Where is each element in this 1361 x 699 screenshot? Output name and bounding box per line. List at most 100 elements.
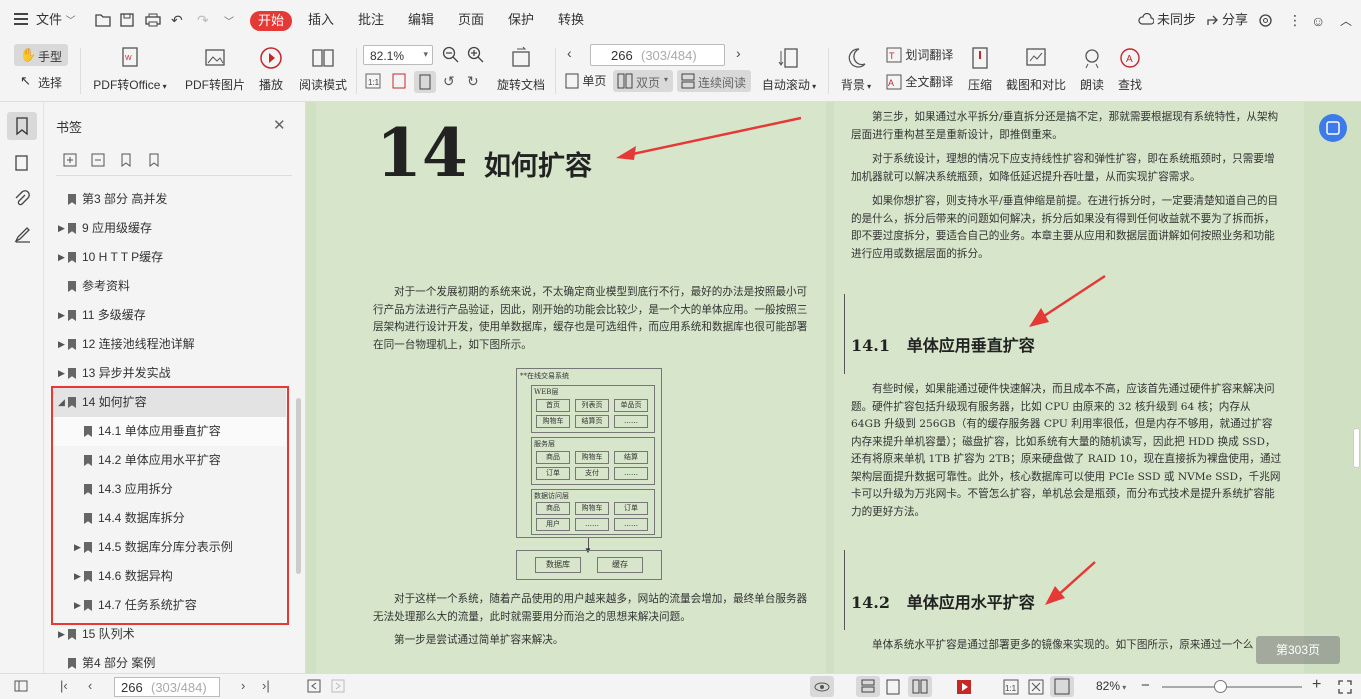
- zoom-slider-track[interactable]: [1162, 686, 1302, 688]
- screenshot-compare-button[interactable]: 截图和对比: [1003, 46, 1069, 93]
- user-center-icon[interactable]: ☺: [1311, 13, 1325, 29]
- more-chevron-icon[interactable]: ﹀: [224, 13, 234, 28]
- document-scrollbar[interactable]: [1353, 428, 1360, 468]
- tab-page[interactable]: 页面: [458, 11, 484, 29]
- zoom-out-status-icon[interactable]: −: [1141, 677, 1150, 694]
- expand-arrow-icon[interactable]: ▶: [58, 214, 68, 243]
- eye-protect-icon[interactable]: [810, 676, 834, 697]
- zoom-in-status-icon[interactable]: +: [1312, 676, 1321, 694]
- play-button[interactable]: 播放: [254, 46, 288, 93]
- add-bookmark-icon[interactable]: [119, 153, 133, 167]
- double-page-button[interactable]: 双页 ▾: [613, 70, 673, 92]
- tab-start[interactable]: 开始: [250, 11, 293, 31]
- zoom-select[interactable]: 82.1% ▾: [363, 45, 433, 65]
- actual-size-status-icon[interactable]: 1:1: [1003, 679, 1019, 695]
- tab-protect[interactable]: 保护: [508, 11, 534, 29]
- fullscreen-icon[interactable]: [1338, 680, 1352, 694]
- fit-page-icon[interactable]: [391, 73, 407, 89]
- expand-arrow-icon[interactable]: ▶: [58, 243, 68, 272]
- sidebar-toggle-icon[interactable]: [14, 680, 28, 692]
- rotate-right-icon[interactable]: ↻: [467, 73, 479, 90]
- hamburger-icon[interactable]: [14, 13, 28, 25]
- collapse-ribbon-icon[interactable]: ︿: [1340, 12, 1352, 29]
- cloud-sync-icon[interactable]: [1138, 13, 1154, 25]
- tab-insert[interactable]: 插入: [308, 11, 334, 29]
- fit-window-icon[interactable]: [1028, 679, 1044, 695]
- expand-arrow-icon[interactable]: ▶: [58, 301, 68, 330]
- sync-status[interactable]: 未同步: [1157, 11, 1196, 29]
- redo-icon[interactable]: ↷: [197, 12, 209, 29]
- fit-width-icon[interactable]: [414, 71, 436, 93]
- save-icon[interactable]: [120, 13, 134, 27]
- remove-bookmark-icon[interactable]: [147, 153, 161, 167]
- rotate-left-icon[interactable]: ↺: [443, 73, 455, 90]
- tab-annotate[interactable]: 批注: [358, 11, 384, 29]
- settings-icon[interactable]: [1258, 13, 1273, 28]
- bookmark-item[interactable]: ▶ 13 异步并发实战: [52, 359, 286, 388]
- bookmark-flag-icon: [68, 339, 76, 350]
- share-icon[interactable]: [1206, 13, 1220, 26]
- page-number-input[interactable]: 266 (303/484): [590, 44, 725, 66]
- last-page-icon[interactable]: ›|: [262, 678, 270, 693]
- read-aloud-button[interactable]: 朗读: [1076, 46, 1108, 93]
- forward-icon[interactable]: [331, 679, 345, 693]
- share-button[interactable]: 分享: [1222, 11, 1248, 29]
- attachment-icon[interactable]: [14, 190, 30, 208]
- continuous-view-icon[interactable]: [856, 676, 880, 697]
- expand-arrow-icon[interactable]: ▶: [58, 330, 68, 359]
- read-mode-button[interactable]: 阅读模式: [296, 46, 350, 93]
- fit-width-status-icon[interactable]: [1050, 676, 1074, 697]
- tab-edit[interactable]: 编辑: [408, 11, 434, 29]
- bookmark-panel-icon[interactable]: [7, 112, 37, 140]
- bookmark-item[interactable]: ▶ 9 应用级缓存: [52, 214, 286, 243]
- status-page-input[interactable]: 266 (303/484): [114, 677, 220, 697]
- back-icon[interactable]: [307, 679, 321, 693]
- expand-all-icon[interactable]: [63, 153, 77, 167]
- zoom-out-icon[interactable]: [442, 46, 459, 63]
- continuous-read-button[interactable]: 连续阅读: [677, 70, 751, 92]
- thumbnail-icon[interactable]: [14, 154, 30, 172]
- panel-scrollbar[interactable]: [296, 398, 301, 574]
- auto-scroll-button[interactable]: 自动滚动 ▾: [758, 46, 820, 93]
- rotate-doc-button[interactable]: 旋转文档: [494, 46, 548, 93]
- bookmark-item[interactable]: 参考资料: [52, 272, 286, 301]
- next-page-icon[interactable]: ›: [241, 678, 245, 693]
- annotation-arrow-3: [1045, 561, 1096, 605]
- prev-page-icon[interactable]: ‹: [88, 678, 92, 693]
- file-menu[interactable]: 文件 ﹀: [36, 11, 76, 31]
- play-slideshow-icon[interactable]: [956, 679, 972, 695]
- tab-convert[interactable]: 转换: [558, 11, 584, 29]
- word-translate-button[interactable]: T 划词翻译: [886, 46, 953, 63]
- next-page-icon[interactable]: ›: [736, 45, 741, 61]
- bookmark-item[interactable]: 第3 部分 高并发: [52, 185, 286, 214]
- bookmark-item[interactable]: ▶ 11 多级缓存: [52, 301, 286, 330]
- zoom-level[interactable]: 82% ▾: [1096, 679, 1126, 693]
- single-view-icon[interactable]: [886, 679, 900, 695]
- undo-icon[interactable]: ↶: [171, 12, 183, 29]
- select-tool-button[interactable]: ↖ 选择: [20, 72, 70, 92]
- print-icon[interactable]: [145, 13, 161, 27]
- full-translate-button[interactable]: A 全文翻译: [886, 73, 953, 90]
- hand-tool-button[interactable]: ✋ 手型: [14, 44, 68, 66]
- bookmark-item[interactable]: ▶ 10 H T T P缓存: [52, 243, 286, 272]
- bookmark-item[interactable]: ▶ 12 连接池线程池详解: [52, 330, 286, 359]
- signature-icon[interactable]: [14, 226, 32, 244]
- double-view-icon[interactable]: [908, 676, 932, 697]
- single-page-button[interactable]: 单页: [565, 72, 606, 92]
- zoom-in-icon[interactable]: [467, 46, 484, 63]
- actual-size-icon[interactable]: 1:1: [365, 73, 383, 91]
- prev-page-icon[interactable]: ‹: [567, 45, 572, 61]
- first-page-icon[interactable]: |‹: [60, 678, 68, 693]
- expand-arrow-icon[interactable]: ▶: [58, 359, 68, 388]
- floating-tool-button[interactable]: [1319, 114, 1347, 142]
- collapse-all-icon[interactable]: [91, 153, 105, 167]
- zoom-slider-handle[interactable]: [1214, 680, 1227, 693]
- pdf-to-image-button[interactable]: PDF转图片: [182, 46, 248, 93]
- close-icon[interactable]: ✕: [273, 116, 286, 134]
- more-options-icon[interactable]: ⋮: [1288, 12, 1302, 29]
- find-button[interactable]: A 查找: [1114, 46, 1146, 93]
- background-button[interactable]: 背景 ▾: [836, 46, 876, 93]
- pdf-to-office-button[interactable]: W PDF转Office ▾: [88, 46, 172, 93]
- compress-button[interactable]: 压缩: [964, 46, 996, 93]
- open-folder-icon[interactable]: [95, 13, 111, 27]
